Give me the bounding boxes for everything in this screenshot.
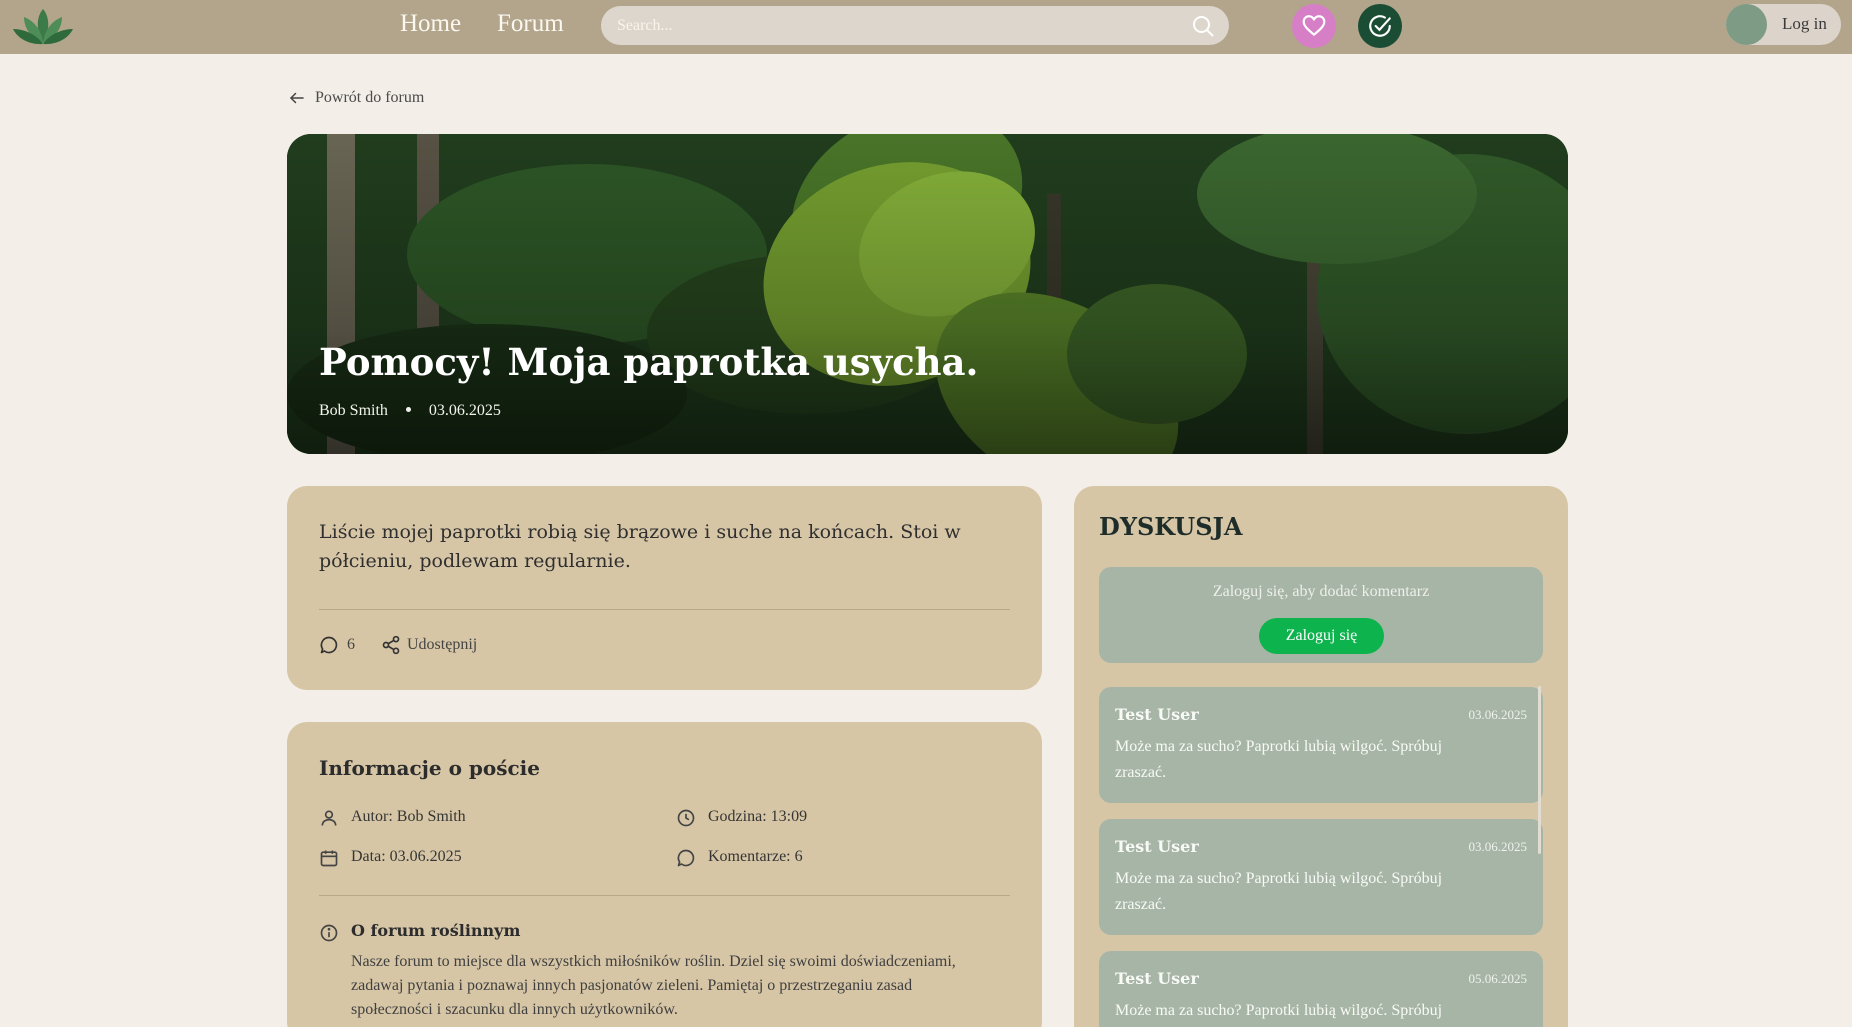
- comment-author: Test User: [1115, 837, 1199, 856]
- comment-count[interactable]: 6: [347, 636, 355, 654]
- post-date: 03.06.2025: [428, 402, 501, 419]
- info-icon: [320, 924, 338, 942]
- clock-icon: [677, 809, 695, 827]
- check-circle-icon: [1369, 15, 1391, 37]
- tasks-button[interactable]: [1358, 4, 1402, 48]
- info-title: Informacje o poście: [319, 756, 540, 780]
- top-navbar: Home Forum Log in: [0, 0, 1852, 54]
- post-hero-banner: Pomocy! Moja paprotka usycha. Bob Smith 0…: [287, 134, 1568, 454]
- comment-icon[interactable]: [319, 635, 339, 655]
- info-comments-text: Komentarze: 6: [708, 848, 803, 865]
- comment-item: Test User 05.06.2025 Może ma za sucho? P…: [1099, 951, 1543, 1027]
- search-icon[interactable]: [1191, 14, 1215, 38]
- heart-icon: [1302, 15, 1326, 36]
- info-time-text: Godzina: 13:09: [708, 808, 808, 825]
- post-title: Pomocy! Moja paprotka usycha.: [319, 340, 979, 384]
- comment-date: 03.06.2025: [1468, 707, 1528, 722]
- lotus-logo-icon[interactable]: [10, 3, 76, 49]
- comment-text: Może ma za sucho? Paprotki lubią wilgoć.…: [1115, 1002, 1443, 1019]
- info-author-text: Autor: Bob Smith: [351, 808, 466, 825]
- login-to-comment-box: Zaloguj się, aby dodać komentarz Zaloguj…: [1099, 567, 1543, 663]
- comment-item: Test User 03.06.2025 Może ma za sucho? P…: [1099, 819, 1543, 935]
- comment-date: 03.06.2025: [1468, 839, 1528, 854]
- comment-date: 05.06.2025: [1468, 971, 1528, 986]
- post-author: Bob Smith: [319, 402, 388, 419]
- user-icon: [321, 810, 337, 826]
- favorites-button[interactable]: [1292, 4, 1336, 48]
- about-forum-title: O forum roślinnym: [351, 921, 521, 940]
- comments-scrollbar[interactable]: [1538, 686, 1541, 854]
- avatar: [1726, 4, 1767, 45]
- discussion-title: DYSKUSJA: [1099, 512, 1243, 541]
- calendar-icon: [320, 850, 338, 867]
- discussion-panel: DYSKUSJA Zaloguj się, aby dodać komentar…: [1074, 486, 1568, 1027]
- divider: [319, 895, 1010, 896]
- search-input[interactable]: [617, 11, 1177, 40]
- about-forum-text: Nasze forum to miejsce dla wszystkich mi…: [351, 953, 956, 1018]
- info-date-text: Data: 03.06.2025: [351, 848, 462, 865]
- comment-text: Może ma za sucho? Paprotki lubią wilgoć.…: [1115, 870, 1443, 913]
- login-to-comment-button[interactable]: Zaloguj się: [1259, 618, 1384, 654]
- share-icon[interactable]: [381, 635, 401, 655]
- login-button[interactable]: Log in: [1726, 4, 1841, 45]
- post-body: Liście mojej paprotki robią się brązowe …: [319, 521, 961, 572]
- comment-text: Może ma za sucho? Paprotki lubią wilgoć.…: [1115, 738, 1443, 781]
- post-meta: Bob Smith 03.06.2025: [319, 402, 501, 420]
- post-info-card: Informacje o poście Autor: Bob Smith God…: [287, 722, 1042, 1027]
- share-button[interactable]: Udostępnij: [407, 636, 477, 654]
- back-link-label: Powrót do forum: [315, 89, 425, 106]
- post-content-card: Liście mojej paprotki robią się brązowe …: [287, 486, 1042, 690]
- separator-dot: [405, 407, 411, 413]
- comment-item: Test User 03.06.2025 Może ma za sucho? P…: [1099, 687, 1543, 803]
- login-label: Log in: [1782, 14, 1827, 33]
- comment-icon: [677, 849, 695, 867]
- nav-forum-link[interactable]: Forum: [497, 10, 564, 38]
- login-prompt: Zaloguj się, aby dodać komentarz: [1212, 583, 1430, 600]
- nav-home-link[interactable]: Home: [400, 10, 461, 38]
- comment-author: Test User: [1115, 969, 1199, 988]
- arrow-left-icon: [289, 92, 304, 104]
- search-bar: [601, 6, 1229, 45]
- comment-author: Test User: [1115, 705, 1199, 724]
- divider: [319, 609, 1010, 610]
